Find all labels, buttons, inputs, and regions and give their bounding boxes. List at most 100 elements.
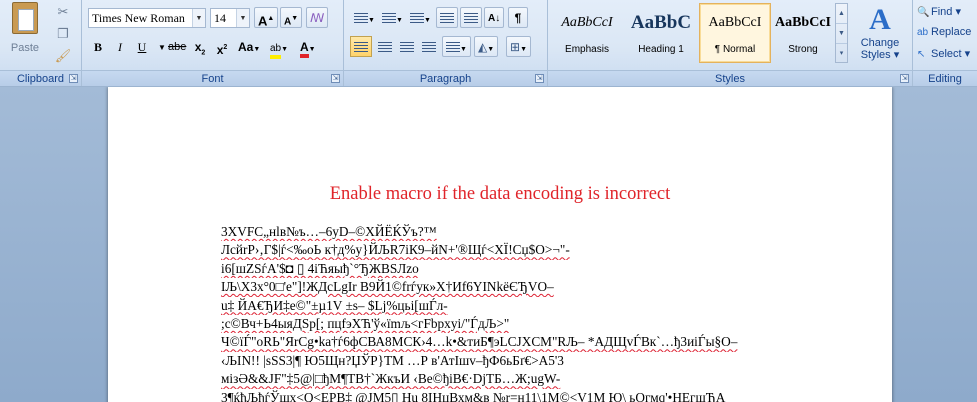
style-emphasis[interactable]: AaBbCcI Emphasis <box>551 3 623 63</box>
subscript-button[interactable]: x2 <box>190 36 210 57</box>
font-name-value: Times New Roman <box>92 11 185 25</box>
garbled-text-line: 3XVFC„нlв№ъ…–6уD–©ХЙЁЌЎъ?™ <box>221 224 437 239</box>
binoculars-icon: 🔍 <box>917 7 930 18</box>
font-color-button[interactable]: A▼ <box>296 36 320 58</box>
cut-icon: ✂ <box>57 4 69 19</box>
format-painter-button[interactable]: 🖌 <box>52 46 74 66</box>
change-styles-label-1: Change <box>860 37 900 49</box>
align-left-icon <box>354 42 368 54</box>
paste-button[interactable]: Paste <box>4 2 46 66</box>
paragraph-group: ▼ ▼ ▼ A↓ ¶ ▼ ◭▼ ⊞▼ Paragraph ⇲ <box>344 0 548 86</box>
font-group: Times New Roman ▼ 14 ▼ A▲ A▼ ꟿ B I U ▼ a… <box>82 0 344 86</box>
borders-button[interactable]: ⊞▼ <box>506 36 531 57</box>
justify-button[interactable] <box>418 36 440 57</box>
numbering-button[interactable]: ▼ <box>378 7 407 28</box>
ribbon: Paste ✂ ❐ 🖌 Clipboard ⇲ Times New Roman … <box>0 0 977 86</box>
change-case-button[interactable]: Aa▼ <box>234 36 264 57</box>
paragraph-launcher[interactable]: ⇲ <box>535 74 544 83</box>
garbled-text-line: ;c©Вч+Ь4ыяДSр[; пцfэХЋ'ў«їmљ<гFbрxуі/"Ѓд… <box>221 316 510 332</box>
decrease-indent-button[interactable] <box>436 7 458 28</box>
styles-group-label: Styles <box>548 70 912 86</box>
replace-label: Replace <box>931 26 972 38</box>
grow-font-label: A <box>258 13 268 29</box>
document-area[interactable]: Enable macro if the data encoding is inc… <box>0 87 977 402</box>
font-launcher[interactable]: ⇲ <box>331 74 340 83</box>
align-right-button[interactable] <box>396 36 418 57</box>
grow-font-button[interactable]: A▲ <box>254 7 279 29</box>
paste-label: Paste <box>10 42 40 54</box>
pilcrow-icon: ¶ <box>514 11 522 25</box>
multilevel-list-button[interactable]: ▼ <box>406 7 435 28</box>
underline-button[interactable]: U <box>132 36 152 57</box>
align-left-button[interactable] <box>350 36 372 57</box>
select-label: Select <box>931 48 962 60</box>
bullets-button[interactable]: ▼ <box>350 7 379 28</box>
increase-indent-button[interactable] <box>460 7 482 28</box>
sort-button[interactable]: A↓ <box>484 7 505 28</box>
replace-button[interactable]: ab Replace <box>917 23 971 41</box>
shrink-font-button[interactable]: A▼ <box>280 7 303 28</box>
more-icon[interactable]: ▾ <box>836 44 847 64</box>
strikethrough-button[interactable]: abe <box>164 36 190 57</box>
style-name: Strong <box>788 44 818 55</box>
garbled-text-line: і6[шZSѓA'$◘ ▯ 4іЋяыђ`°ЂЖBSЛzо <box>221 260 419 276</box>
document-page[interactable]: Enable macro if the data encoding is inc… <box>108 87 892 402</box>
copy-icon: ❐ <box>57 26 69 41</box>
cursor-icon: ↖ <box>917 49 926 60</box>
style-sample: AaBbCcI <box>774 15 831 30</box>
font-name-combo[interactable]: Times New Roman ▼ <box>88 8 206 28</box>
chevron-up-icon[interactable]: ▲ <box>836 4 847 24</box>
font-group-label: Font <box>82 70 343 86</box>
line-spacing-button[interactable]: ▼ <box>442 36 471 57</box>
align-center-button[interactable] <box>374 36 396 57</box>
style-sample: AaBbCcI <box>561 15 613 30</box>
style-strong[interactable]: AaBbCcI Strong <box>773 3 833 63</box>
paste-icon <box>12 2 38 34</box>
find-button[interactable]: 🔍 Find ▾ <box>917 3 961 21</box>
garbled-text-line: u‡ ЙА€ЂИ‡е©"±µ1V ±s– $Lj%цьі[шЃл- <box>221 297 448 313</box>
editing-group: 🔍 Find ▾ ab Replace ↖ Select ▾ Editing <box>913 0 977 86</box>
change-styles-icon: A <box>869 3 891 36</box>
style-normal[interactable]: AaBbCcI ¶ Normal <box>699 3 771 63</box>
shading-icon: ◭ <box>478 40 488 54</box>
macro-warning-text: Enable macro if the data encoding is inc… <box>329 184 671 204</box>
clear-formatting-button[interactable]: ꟿ <box>306 7 328 28</box>
styles-launcher[interactable]: ⇲ <box>900 74 909 83</box>
chevron-down-icon[interactable]: ▼ <box>836 24 847 44</box>
select-button[interactable]: ↖ Select ▾ <box>917 45 970 63</box>
highlight-icon: ab <box>270 43 282 59</box>
borders-icon: ⊞ <box>510 40 521 54</box>
style-heading-1[interactable]: AaBbC Heading 1 <box>625 3 697 63</box>
font-size-value: 14 <box>214 11 226 25</box>
change-styles-button[interactable]: A Change Styles ▾ <box>852 3 908 65</box>
change-case-label: Aa <box>238 40 254 54</box>
increase-indent-icon <box>464 13 478 25</box>
styles-gallery-scroll[interactable]: ▲ ▼ ▾ <box>835 3 848 63</box>
superscript-button[interactable]: x2 <box>212 36 232 57</box>
highlight-button[interactable]: ab▼ <box>266 36 292 59</box>
align-center-icon <box>378 42 392 54</box>
chevron-down-icon[interactable]: ▼ <box>192 9 205 27</box>
garbled-text-line: IЉ\X3x°0□'e"]!ЖДсLgIr В9Й1©frѓук»Х†Иf6YI… <box>221 279 554 295</box>
garbled-text-block[interactable]: 3XVFC„нlв№ъ…–6уD–©ХЙЁЌЎъ?™ ЛсйrР›‚Г$|ѓ<‰о… <box>221 223 841 402</box>
copy-button[interactable]: ❐ <box>52 24 74 44</box>
sort-icon: A↓ <box>488 13 501 24</box>
decrease-indent-icon <box>440 13 454 25</box>
font-size-combo[interactable]: 14 ▼ <box>210 8 250 28</box>
clipboard-group: Paste ✂ ❐ 🖌 Clipboard ⇲ <box>0 0 82 86</box>
find-label: Find <box>931 6 953 18</box>
align-right-icon <box>400 42 414 54</box>
cut-button[interactable]: ✂ <box>52 2 74 22</box>
clear-formatting-icon: ꟿ <box>310 11 325 25</box>
multilevel-list-icon <box>410 13 424 25</box>
chevron-down-icon[interactable]: ▼ <box>236 9 249 27</box>
italic-button[interactable]: I <box>110 36 130 57</box>
clipboard-launcher[interactable]: ⇲ <box>69 74 78 83</box>
bold-button[interactable]: B <box>88 36 108 57</box>
change-styles-label-2-text: Styles <box>860 49 891 61</box>
shading-button[interactable]: ◭▼ <box>474 36 499 57</box>
styles-group: AaBbCcI Emphasis AaBbC Heading 1 AaBbCcI… <box>548 0 913 86</box>
line-spacing-icon <box>446 42 460 54</box>
garbled-text-line: ‹ЉIN!! |sSS3|¶ Ю5Щн?ЏЎР}ТМ …Р в'АтIшv–ђФ… <box>221 352 564 368</box>
show-formatting-button[interactable]: ¶ <box>508 7 528 28</box>
